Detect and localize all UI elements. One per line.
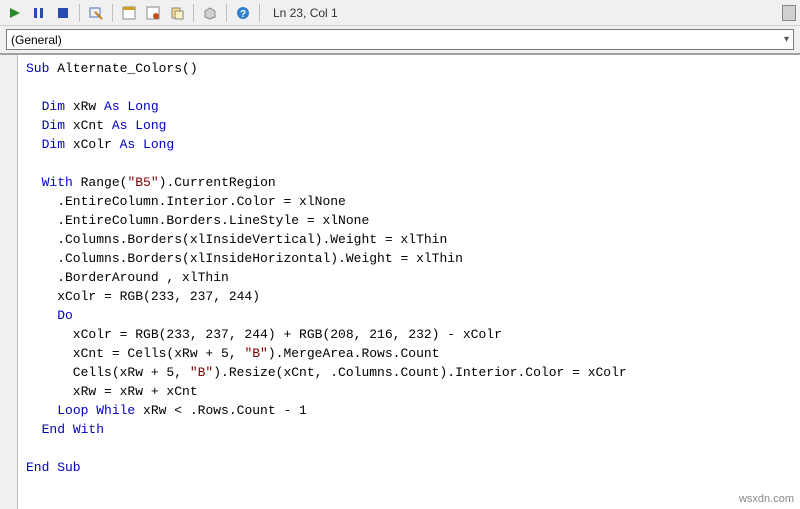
- object-dropdown[interactable]: (General) ▾: [6, 29, 794, 50]
- editor-gutter: [0, 55, 18, 509]
- cursor-position: Ln 23, Col 1: [273, 6, 338, 20]
- watermark: wsxdn.com: [739, 493, 794, 505]
- design-mode-button[interactable]: [85, 2, 107, 24]
- object-selector-bar: (General) ▾: [0, 26, 800, 54]
- separator: [193, 4, 194, 22]
- chevron-down-icon: ▾: [784, 34, 789, 45]
- separator: [259, 4, 260, 22]
- toolbox-button[interactable]: [199, 2, 221, 24]
- object-dropdown-value: (General): [11, 33, 62, 47]
- svg-text:?: ?: [240, 9, 246, 20]
- object-browser-button[interactable]: [166, 2, 188, 24]
- scrollbar-stub[interactable]: [782, 5, 796, 21]
- toolbar: ? Ln 23, Col 1: [0, 0, 800, 26]
- code-area[interactable]: Sub Alternate_Colors() Dim xRw As Long D…: [18, 55, 800, 509]
- separator: [79, 4, 80, 22]
- code-editor[interactable]: Sub Alternate_Colors() Dim xRw As Long D…: [0, 54, 800, 509]
- project-explorer-button[interactable]: [118, 2, 140, 24]
- properties-button[interactable]: [142, 2, 164, 24]
- run-button[interactable]: [4, 2, 26, 24]
- separator: [112, 4, 113, 22]
- pause-button[interactable]: [28, 2, 50, 24]
- separator: [226, 4, 227, 22]
- stop-button[interactable]: [52, 2, 74, 24]
- help-button[interactable]: ?: [232, 2, 254, 24]
